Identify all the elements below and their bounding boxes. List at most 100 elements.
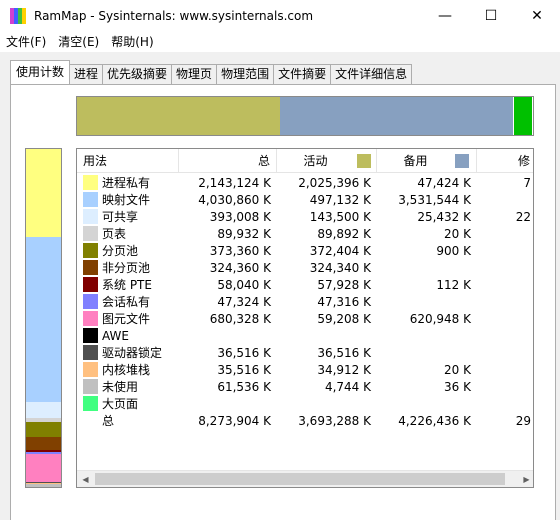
row-total: 47,324 K [217, 294, 271, 309]
row-label: 页表 [102, 227, 127, 241]
row-active: 57,928 K [317, 277, 371, 292]
color-swatch [83, 345, 98, 360]
menu-empty[interactable]: 清空(E) [52, 32, 105, 52]
usage-segment [26, 237, 61, 402]
row-total: 680,328 K [209, 311, 271, 326]
tab-use-counts[interactable]: 使用计数 [10, 60, 71, 84]
horizontal-scrollbar[interactable]: ◀ ▶ [77, 470, 533, 487]
header-total[interactable]: 总 [179, 149, 277, 173]
usage-grid[interactable]: 用法 总 活动 备用 修 进程私有 2,143,124 K 2,025,396 K 4… [76, 148, 534, 488]
row-standby: 20 K [444, 226, 471, 241]
tab-priority-summary[interactable]: 优先级摘要 [102, 64, 173, 84]
row-active: 3,693,288 K [298, 413, 371, 428]
row-standby: 112 K [436, 277, 471, 292]
row-active: 36,516 K [317, 345, 371, 360]
table-row[interactable]: 总 8,273,904 K 3,693,288 K 4,226,436 K 29 [77, 412, 533, 429]
row-standby: 620,948 K [409, 311, 471, 326]
row-label: AWE [102, 328, 129, 343]
active-color-swatch [357, 154, 371, 168]
tab-processes[interactable]: 进程 [69, 64, 104, 84]
row-modified: 7 [523, 175, 531, 190]
table-row[interactable]: 内核堆栈 35,516 K 34,912 K 20 K [77, 361, 533, 378]
row-label: 进程私有 [102, 176, 151, 190]
table-row[interactable]: 驱动器锁定 36,516 K 36,516 K [77, 344, 533, 361]
row-active: 34,912 K [317, 362, 371, 377]
row-standby: 4,226,436 K [398, 413, 471, 428]
row-total: 8,273,904 K [198, 413, 271, 428]
row-usage: 未使用 [77, 378, 179, 395]
row-modified: 29 [515, 413, 531, 428]
row-label: 未使用 [102, 380, 139, 394]
row-standby: 3,531,544 K [398, 192, 471, 207]
table-row[interactable]: 非分页池 324,360 K 324,340 K [77, 259, 533, 276]
color-swatch [83, 192, 98, 207]
row-label: 映射文件 [102, 193, 151, 207]
row-usage: 系统 PTE [77, 276, 179, 293]
scroll-right-icon[interactable]: ▶ [518, 471, 533, 487]
table-row[interactable]: 图元文件 680,328 K 59,208 K 620,948 K [77, 310, 533, 327]
row-active: 4,744 K [324, 379, 371, 394]
row-usage: 可共享 [77, 208, 179, 225]
header-active[interactable]: 活动 [277, 149, 377, 173]
color-swatch [83, 379, 98, 394]
usage-segment [26, 484, 61, 487]
row-usage: AWE [77, 328, 179, 343]
row-standby: 47,424 K [417, 175, 471, 190]
table-row[interactable]: 大页面 [77, 395, 533, 412]
row-active: 59,208 K [317, 311, 371, 326]
row-usage: 页表 [77, 225, 179, 242]
minimize-button[interactable]: — [422, 0, 468, 32]
grid-rows: 进程私有 2,143,124 K 2,025,396 K 47,424 K 7 映射文件 4… [77, 174, 533, 429]
row-total: 58,040 K [217, 277, 271, 292]
row-label: 驱动器锁定 [102, 346, 163, 360]
row-total: 4,030,860 K [198, 192, 271, 207]
usage-segment [26, 402, 61, 418]
menu-bar: 文件(F) 清空(E) 帮助(H) [0, 32, 560, 52]
table-row[interactable]: 会话私有 47,324 K 47,316 K [77, 293, 533, 310]
header-standby[interactable]: 备用 [377, 149, 477, 173]
table-row[interactable]: 页表 89,932 K 89,892 K 20 K [77, 225, 533, 242]
maximize-button[interactable]: ☐ [468, 0, 514, 32]
usage-segment [26, 454, 61, 482]
tab-physical-ranges[interactable]: 物理范围 [216, 64, 275, 84]
close-button[interactable]: ✕ [514, 0, 560, 32]
row-usage: 内核堆栈 [77, 361, 179, 378]
row-total: 89,932 K [217, 226, 271, 241]
row-total: 373,360 K [209, 243, 271, 258]
color-swatch [83, 175, 98, 190]
row-active: 324,340 K [309, 260, 371, 275]
header-modified[interactable]: 修 [477, 149, 533, 173]
table-row[interactable]: 分页池 373,360 K 372,404 K 900 K [77, 242, 533, 259]
row-total: 61,536 K [217, 379, 271, 394]
row-active: 372,404 K [309, 243, 371, 258]
memory-state-bar [76, 96, 534, 136]
table-row[interactable]: AWE [77, 327, 533, 344]
scrollbar-thumb[interactable] [95, 473, 505, 485]
row-modified: 22 [515, 209, 531, 224]
row-label: 总 [102, 414, 115, 428]
row-usage: 总 [77, 412, 179, 429]
usage-segment [26, 437, 61, 450]
row-label: 大页面 [102, 397, 139, 411]
row-standby: 36 K [444, 379, 471, 394]
table-row[interactable]: 系统 PTE 58,040 K 57,928 K 112 K [77, 276, 533, 293]
table-row[interactable]: 进程私有 2,143,124 K 2,025,396 K 47,424 K 7 [77, 174, 533, 191]
row-label: 非分页池 [102, 261, 151, 275]
tab-file-details[interactable]: 文件详细信息 [330, 64, 413, 84]
table-row[interactable]: 可共享 393,008 K 143,500 K 25,432 K 22 [77, 208, 533, 225]
menu-file[interactable]: 文件(F) [0, 32, 52, 52]
header-usage[interactable]: 用法 [77, 149, 179, 173]
tab-physical-pages[interactable]: 物理页 [171, 64, 218, 84]
row-total: 2,143,124 K [198, 175, 271, 190]
color-swatch [83, 413, 98, 428]
row-total: 36,516 K [217, 345, 271, 360]
table-row[interactable]: 映射文件 4,030,860 K 497,132 K 3,531,544 K [77, 191, 533, 208]
standby-color-swatch [455, 154, 469, 168]
table-row[interactable]: 未使用 61,536 K 4,744 K 36 K [77, 378, 533, 395]
row-active: 2,025,396 K [298, 175, 371, 190]
scroll-left-icon[interactable]: ◀ [77, 471, 94, 487]
state-segment-free [514, 97, 532, 135]
tab-file-summary[interactable]: 文件摘要 [273, 64, 332, 84]
menu-help[interactable]: 帮助(H) [105, 32, 159, 52]
row-active: 47,316 K [317, 294, 371, 309]
